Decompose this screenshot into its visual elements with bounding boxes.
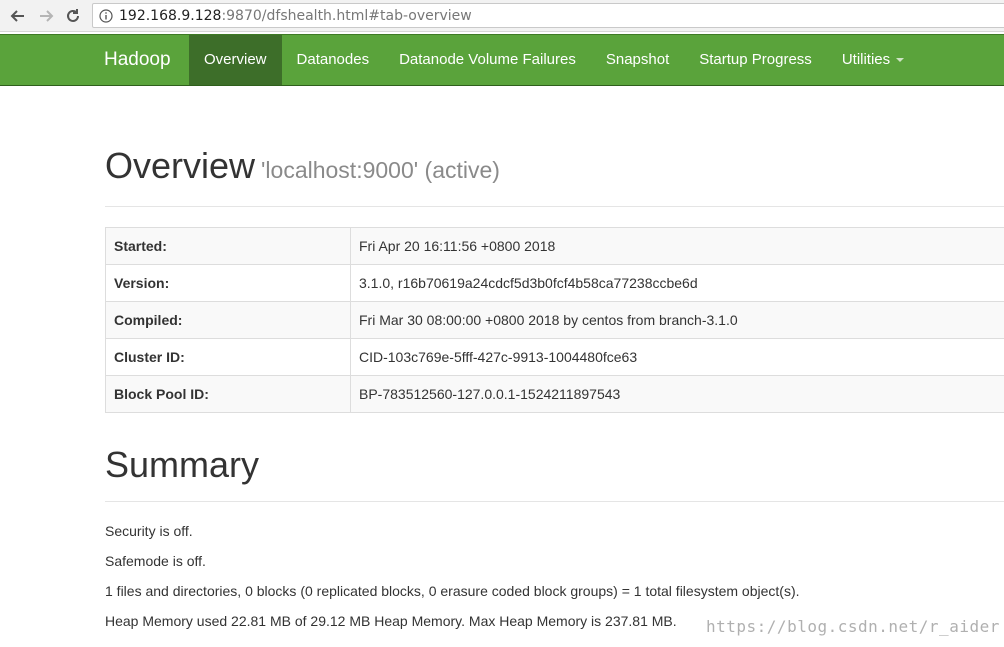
summary-filesystem-objects: 1 files and directories, 0 blocks (0 rep… <box>105 583 800 599</box>
browser-toolbar: 192.168.9.128:9870/dfshealth.html#tab-ov… <box>0 0 1004 32</box>
row-value: CID-103c769e-5fff-427c-9913-1004480fce63 <box>350 338 1004 376</box>
nav-snapshot[interactable]: Snapshot <box>591 35 684 85</box>
row-label: Started: <box>105 227 351 265</box>
row-label: Compiled: <box>105 301 351 339</box>
nav-startup-progress[interactable]: Startup Progress <box>684 35 827 85</box>
row-value: Fri Apr 20 16:11:56 +0800 2018 <box>350 227 1004 265</box>
row-value: 3.1.0, r16b70619a24cdcf5d3b0fcf4b58ca772… <box>350 264 1004 302</box>
reload-button[interactable] <box>63 6 83 26</box>
nav-items: Overview Datanodes Datanode Volume Failu… <box>189 35 919 85</box>
overview-subtitle: 'localhost:9000' (active) <box>261 157 500 183</box>
table-row: Version: 3.1.0, r16b70619a24cdcf5d3b0fcf… <box>105 264 1004 302</box>
reload-icon <box>67 9 79 22</box>
nav-datanode-volume-failures[interactable]: Datanode Volume Failures <box>384 35 591 85</box>
summary-security: Security is off. <box>105 523 193 539</box>
url-host: 192.168.9.128 <box>119 7 222 24</box>
nav-datanodes[interactable]: Datanodes <box>282 35 385 85</box>
overview-table: Started: Fri Apr 20 16:11:56 +0800 2018 … <box>105 227 1004 413</box>
summary-header: Summary <box>105 445 1004 502</box>
nav-utilities-dropdown[interactable]: Utilities <box>827 35 919 85</box>
main-content: Overview'localhost:9000' (active) Starte… <box>105 86 1004 636</box>
back-button[interactable] <box>8 6 28 26</box>
table-row: Started: Fri Apr 20 16:11:56 +0800 2018 <box>105 227 1004 265</box>
row-value: BP-783512560-127.0.0.1-1524211897543 <box>350 375 1004 413</box>
row-label: Block Pool ID: <box>105 375 351 413</box>
table-row: Cluster ID: CID-103c769e-5fff-427c-9913-… <box>105 338 1004 376</box>
table-row: Compiled: Fri Mar 30 08:00:00 +0800 2018… <box>105 301 1004 339</box>
address-bar[interactable]: 192.168.9.128:9870/dfshealth.html#tab-ov… <box>92 3 1004 28</box>
overview-header: Overview'localhost:9000' (active) <box>105 146 1004 207</box>
caret-down-icon <box>896 58 905 63</box>
top-navbar: Hadoop Overview Datanodes Datanode Volum… <box>0 34 1004 86</box>
summary-title: Summary <box>105 444 260 485</box>
row-label: Version: <box>105 264 351 302</box>
summary-safemode: Safemode is off. <box>105 553 206 569</box>
arrow-right-icon <box>40 10 54 22</box>
info-icon[interactable] <box>99 8 113 23</box>
nav-overview[interactable]: Overview <box>189 35 282 85</box>
table-row: Block Pool ID: BP-783512560-127.0.0.1-15… <box>105 375 1004 413</box>
page-title: Overview'localhost:9000' (active) <box>105 146 1004 190</box>
url-path: :9870/dfshealth.html#tab-overview <box>221 7 472 24</box>
forward-button[interactable] <box>36 6 56 26</box>
row-value: Fri Mar 30 08:00:00 +0800 2018 by centos… <box>350 301 1004 339</box>
brand-link[interactable]: Hadoop <box>104 35 171 85</box>
overview-title: Overview <box>105 145 256 186</box>
arrow-left-icon <box>10 10 24 22</box>
nav-utilities-label: Utilities <box>841 51 891 68</box>
row-label: Cluster ID: <box>105 338 351 376</box>
watermark: https://blog.csdn.net/r_aider <box>706 617 1000 636</box>
